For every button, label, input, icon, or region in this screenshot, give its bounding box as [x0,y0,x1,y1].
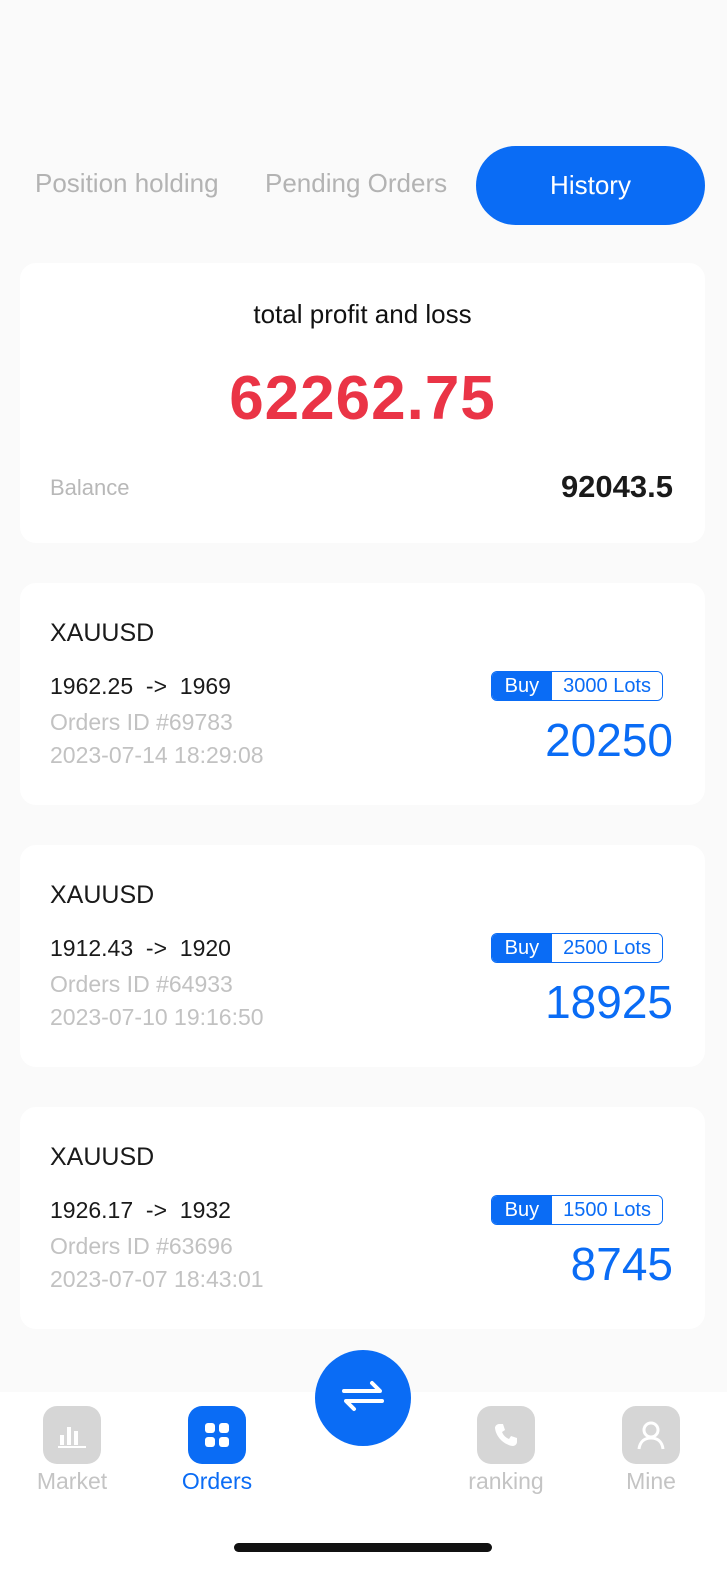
order-symbol: XAUUSD [50,619,155,647]
order-side: Buy [491,672,553,700]
order-side: Buy [491,934,553,962]
nav-label-mine: Mine [626,1468,676,1494]
bar-chart-icon [43,1406,101,1464]
profit-summary-card: total profit and loss 62262.75 Balance 9… [20,263,705,543]
order-tabs: Position holding Pending Orders History [0,146,727,225]
order-lots: 3000 Lots [552,672,662,700]
order-id: Orders ID #63696 [50,1233,233,1259]
user-icon [622,1406,680,1464]
order-time: 2023-07-10 19:16:50 [50,1004,264,1030]
order-lots: 2500 Lots [552,934,662,962]
order-side-lots-badge: Buy 3000 Lots [490,671,663,701]
order-time: 2023-07-14 18:29:08 [50,742,264,768]
nav-item-orders[interactable]: Orders [167,1406,267,1495]
order-id: Orders ID #64933 [50,971,233,997]
order-lots: 1500 Lots [552,1196,662,1224]
order-price-change: 1912.43 -> 1920 [50,935,231,961]
order-price-change: 1926.17 -> 1932 [50,1197,231,1223]
order-profit: 8745 [570,1238,673,1290]
total-profit-loss-value: 62262.75 [229,364,496,433]
nav-label-ranking: ranking [468,1468,544,1494]
balance-label: Balance [50,475,130,500]
home-indicator [234,1543,492,1552]
order-id: Orders ID #69783 [50,709,233,735]
tab-position-holding[interactable]: Position holding [35,168,219,199]
balance-value: 92043.5 [560,469,673,504]
tab-history[interactable]: History [476,146,705,225]
order-profit: 20250 [545,714,673,766]
nav-label-market: Market [36,1468,108,1494]
orders-history-screen: Position holding Pending Orders History … [0,0,727,1574]
phone-icon [477,1406,535,1464]
order-side-lots-badge: Buy 1500 Lots [490,1195,663,1225]
swap-button[interactable] [315,1350,411,1446]
swap-arrows-icon [340,1379,386,1418]
nav-item-ranking[interactable]: ranking [456,1406,556,1495]
nav-item-market[interactable]: Market [22,1406,122,1495]
nav-item-mine[interactable]: Mine [601,1406,701,1495]
order-card[interactable]: XAUUSD 1912.43 -> 1920 Orders ID #64933 … [20,845,705,1067]
nav-label-orders: Orders [181,1468,253,1494]
order-price-change: 1962.25 -> 1969 [50,673,231,699]
order-profit: 18925 [545,976,673,1028]
order-symbol: XAUUSD [50,881,155,909]
order-time: 2023-07-07 18:43:01 [50,1266,264,1292]
order-card[interactable]: XAUUSD 1926.17 -> 1932 Orders ID #63696 … [20,1107,705,1329]
order-side: Buy [491,1196,553,1224]
tab-pending-orders[interactable]: Pending Orders [265,168,447,199]
order-card[interactable]: XAUUSD 1962.25 -> 1969 Orders ID #69783 … [20,583,705,805]
order-symbol: XAUUSD [50,1143,155,1171]
grid-icon [188,1406,246,1464]
order-side-lots-badge: Buy 2500 Lots [490,933,663,963]
summary-title: total profit and loss [253,299,472,329]
